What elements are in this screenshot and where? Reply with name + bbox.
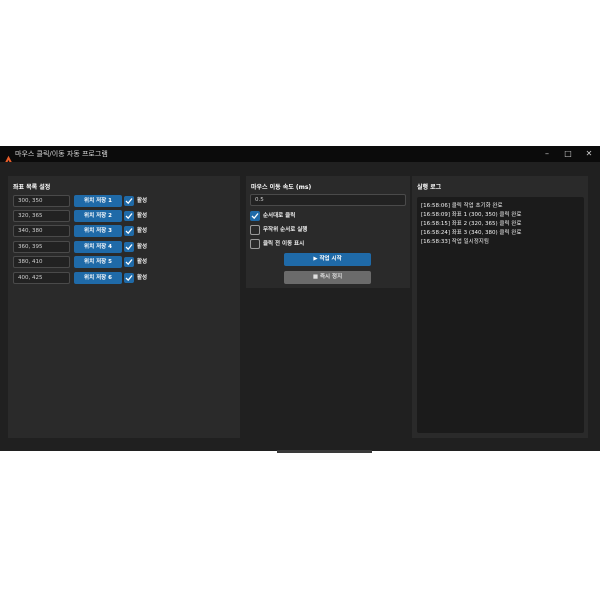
random-order-label: 무작위 순서로 실행 — [263, 227, 308, 233]
minimize-icon[interactable]: – — [540, 148, 554, 160]
save-position-button-6[interactable]: 위치 저장 6 — [74, 272, 122, 284]
active-label-1: 활성 — [137, 198, 148, 204]
app-window: 마우스 클릭/이동 자동 프로그램 – □ ✕ 좌표 목록 설정 300, 35… — [0, 146, 600, 451]
coord-input-3[interactable]: 340, 380 — [13, 225, 70, 237]
save-position-button-3[interactable]: 위치 저장 3 — [74, 225, 122, 237]
active-checkbox-6[interactable] — [124, 273, 134, 283]
active-label-5: 활성 — [137, 259, 148, 265]
active-checkbox-2[interactable] — [124, 211, 134, 221]
show-move-label: 클릭 전 이동 표시 — [263, 241, 305, 247]
sequential-click-checkbox[interactable] — [250, 211, 260, 221]
show-move-checkbox[interactable] — [250, 239, 260, 249]
stop-now-button[interactable]: ■ 즉시 정지 — [284, 271, 371, 284]
save-position-button-4[interactable]: 위치 저장 4 — [74, 241, 122, 253]
log-line: [16:58:15] 좌표 2 (320, 365) 클릭 완료 — [421, 221, 522, 227]
active-checkbox-1[interactable] — [124, 196, 134, 206]
active-label-2: 활성 — [137, 213, 148, 219]
active-label-6: 활성 — [137, 275, 148, 281]
log-line: [16:58:06] 클릭 작업 초기화 완료 — [421, 203, 503, 209]
coord-input-4[interactable]: 360, 395 — [13, 241, 70, 253]
save-position-button-1[interactable]: 위치 저장 1 — [74, 195, 122, 207]
random-order-checkbox[interactable] — [250, 225, 260, 235]
coord-input-6[interactable]: 400, 425 — [13, 272, 70, 284]
title-bar[interactable]: 마우스 클릭/이동 자동 프로그램 – □ ✕ — [0, 146, 600, 164]
save-position-button-2[interactable]: 위치 저장 2 — [74, 210, 122, 222]
active-label-4: 활성 — [137, 244, 148, 250]
coord-input-1[interactable]: 300, 350 — [13, 195, 70, 207]
active-checkbox-3[interactable] — [124, 226, 134, 236]
active-checkbox-5[interactable] — [124, 257, 134, 267]
app-logo-icon — [4, 149, 13, 164]
start-task-button[interactable]: ▶ 작업 시작 — [284, 253, 371, 266]
coords-panel-title: 좌표 목록 설정 — [13, 184, 51, 191]
sequential-click-label: 순서대로 클릭 — [263, 213, 296, 219]
log-output[interactable]: [16:58:06] 클릭 작업 초기화 완료 [16:58:09] 좌표 1 … — [417, 197, 584, 433]
main-content: 좌표 목록 설정 300, 350 위치 저장 1 활성 320, 365 위치… — [0, 162, 600, 451]
window-bottom-edge — [277, 450, 372, 453]
coord-input-2[interactable]: 320, 365 — [13, 210, 70, 222]
save-position-button-5[interactable]: 위치 저장 5 — [74, 256, 122, 268]
coord-input-5[interactable]: 380, 410 — [13, 256, 70, 268]
log-line: [16:58:09] 좌표 1 (300, 350) 클릭 완료 — [421, 212, 522, 218]
window-title: 마우스 클릭/이동 자동 프로그램 — [15, 150, 108, 158]
maximize-icon[interactable]: □ — [561, 148, 575, 160]
log-line: [16:58:33] 작업 일시정지됨 — [421, 239, 489, 245]
close-icon[interactable]: ✕ — [582, 148, 596, 160]
speed-input[interactable]: 0.5 — [250, 194, 406, 206]
active-label-3: 활성 — [137, 228, 148, 234]
active-checkbox-4[interactable] — [124, 242, 134, 252]
log-line: [16:58:24] 좌표 3 (340, 380) 클릭 완료 — [421, 230, 522, 236]
speed-label: 마우스 이동 속도 (ms) — [251, 184, 312, 191]
log-panel-title: 실행 로그 — [417, 184, 442, 191]
